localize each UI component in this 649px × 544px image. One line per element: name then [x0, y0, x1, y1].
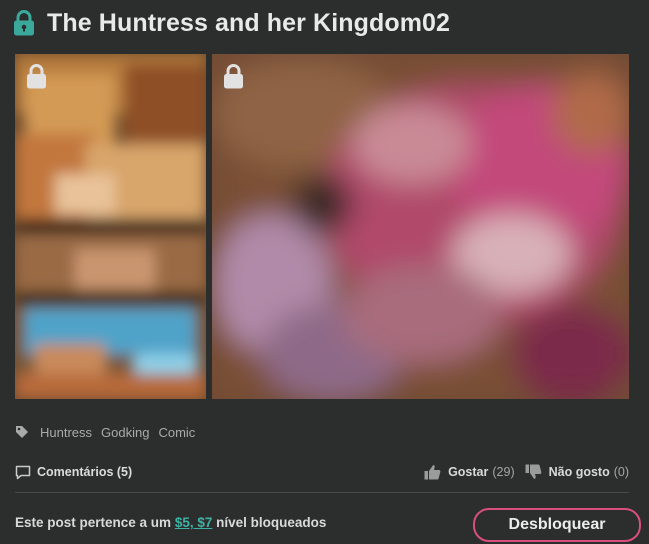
thumbs-up-icon	[424, 465, 441, 480]
lock-icon	[27, 64, 46, 89]
like-count: (29)	[492, 465, 515, 479]
blurred-preview	[212, 54, 629, 399]
tag-list: Huntress Godking Comic	[15, 423, 204, 441]
divider	[15, 492, 629, 493]
post-header: The Huntress and her Kingdom02	[13, 8, 450, 38]
tag-link[interactable]: Godking	[101, 425, 149, 440]
comment-icon	[15, 465, 31, 479]
tag-link[interactable]: Comic	[158, 425, 195, 440]
locked-tier-note: Este post pertence a um $5, $7 nível blo…	[15, 515, 326, 530]
thumbs-down-icon	[525, 464, 541, 479]
unlock-button[interactable]: Desbloquear	[473, 508, 641, 542]
locked-image-1[interactable]	[15, 54, 206, 399]
blurred-preview	[15, 54, 206, 399]
lock-note-suffix: nível bloqueados	[212, 515, 327, 530]
tag-icon	[16, 426, 28, 438]
dislike-label: Não gosto	[548, 465, 610, 479]
tag-link[interactable]: Huntress	[40, 425, 92, 440]
dislike-count: (0)	[613, 465, 629, 479]
lock-icon	[224, 64, 243, 89]
locked-image-2[interactable]	[212, 54, 629, 399]
comments-link[interactable]: Comentários (5)	[15, 465, 132, 480]
lock-note-prefix: Este post pertence a um	[15, 515, 175, 530]
post-stats: Comentários (5) Gostar (29) Não gosto (0…	[15, 462, 629, 482]
dislike-button[interactable]: Não gosto (0)	[525, 464, 629, 480]
comments-label: Comentários (5)	[37, 465, 133, 479]
like-button[interactable]: Gostar (29)	[424, 464, 515, 480]
post-title[interactable]: The Huntress and her Kingdom02	[47, 9, 450, 38]
like-label: Gostar	[448, 465, 489, 479]
tier-link[interactable]: $5, $7	[175, 515, 213, 530]
lock-icon	[14, 10, 34, 36]
